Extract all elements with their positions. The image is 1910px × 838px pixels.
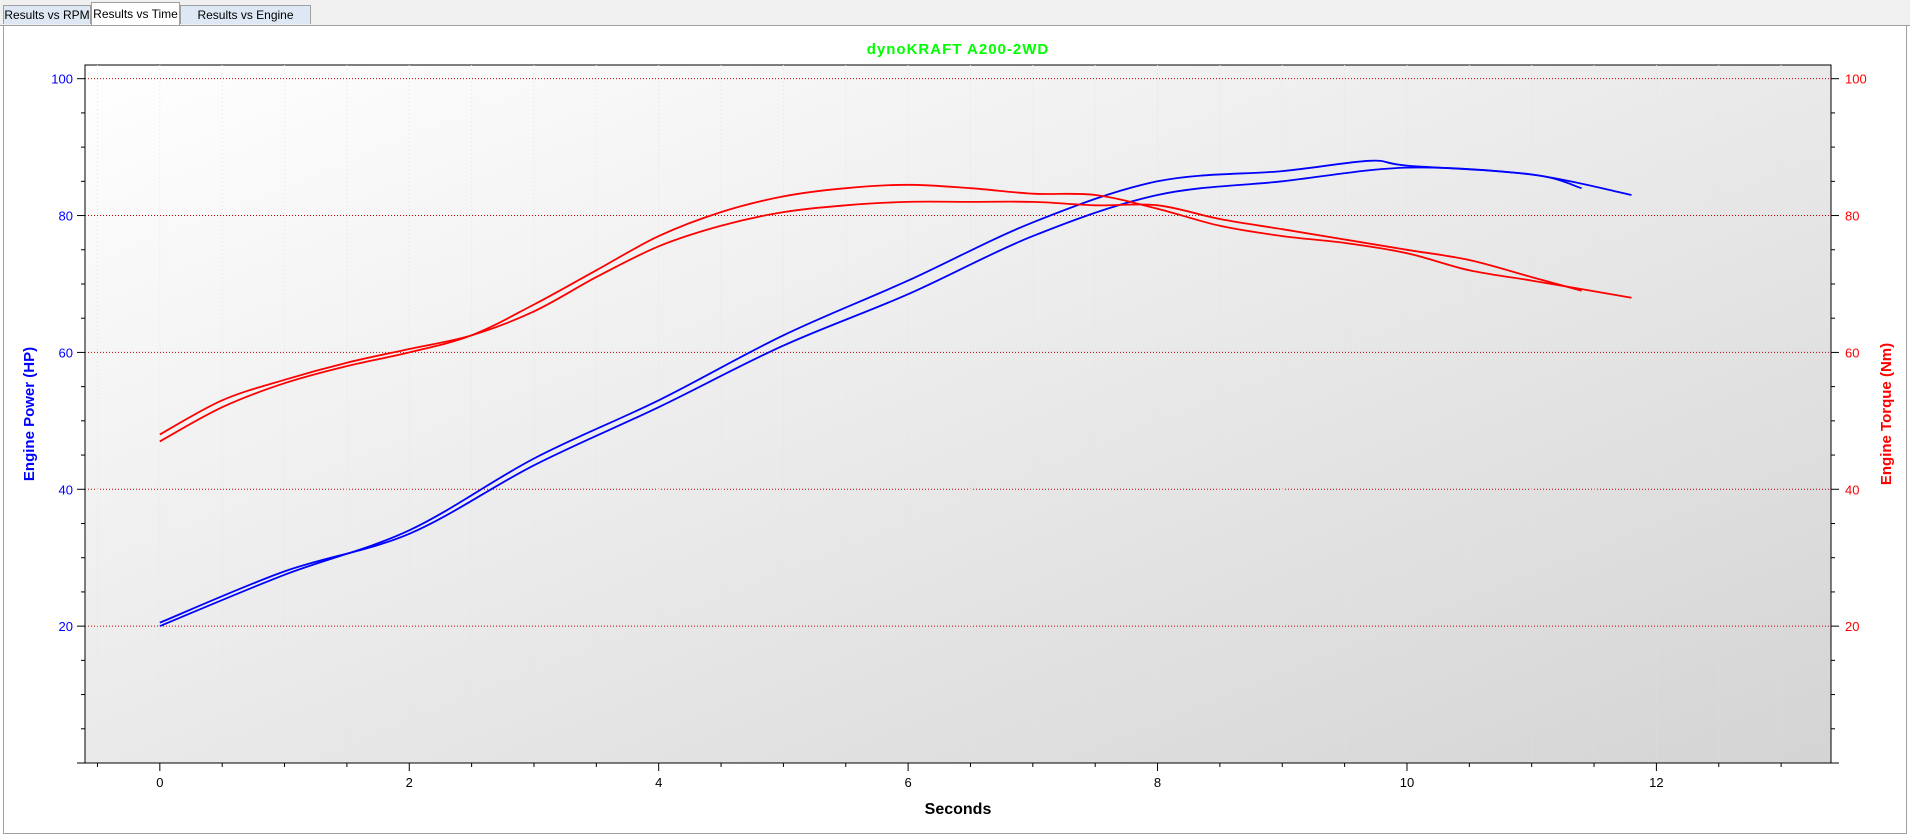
y-tick-label-right: 60 (1845, 345, 1859, 360)
y-tick-label-left: 60 (59, 345, 73, 360)
x-tick-label: 12 (1649, 775, 1663, 790)
x-axis-label: Seconds (925, 801, 992, 818)
x-tick-label: 10 (1400, 775, 1414, 790)
x-axis: 0 2 4 6 8 10 12 (96, 763, 1782, 790)
y-tick-label-right: 100 (1845, 72, 1867, 87)
x-tick-label: 8 (1154, 775, 1161, 790)
y-tick-label-left: 40 (59, 482, 73, 497)
dyno-chart: dynoKRAFT A200-2WD 20406080100 204060801… (21, 41, 1895, 818)
y-tick-label-right: 20 (1845, 619, 1859, 634)
tab-results-vs-time[interactable]: Results vs Time (91, 2, 180, 25)
x-tick-label: 0 (156, 775, 163, 790)
right-axis: 20 40 60 80 100 (1831, 72, 1867, 764)
x-tick-label: 6 (904, 775, 911, 790)
tab-bar: Results vs RPM Results vs Time Results v… (0, 0, 1910, 41)
left-axis: 20 40 60 80 100 (51, 72, 85, 764)
y-tick-label-right: 80 (1845, 209, 1859, 224)
tab-results-vs-rpm[interactable]: Results vs RPM (3, 5, 91, 24)
x-tick-label: 4 (655, 775, 662, 790)
y-tick-label-left: 20 (59, 619, 73, 634)
chart-title: dynoKRAFT A200-2WD (867, 41, 1049, 58)
y-axis-label-right: Engine Torque (Nm) (1878, 343, 1895, 485)
y-tick-label-right: 40 (1845, 482, 1859, 497)
x-tick-label: 2 (406, 775, 413, 790)
tab-results-vs-engine-torque[interactable]: Results vs Engine Torque (180, 5, 311, 41)
y-axis-label-left: Engine Power (HP) (21, 347, 38, 481)
y-tick-label-left: 80 (59, 209, 73, 224)
y-tick-label-left: 100 (51, 72, 73, 87)
chart-panel: dynoKRAFT A200-2WD 20 40 60 80 100 20 40 60 80 1… (3, 25, 1907, 834)
